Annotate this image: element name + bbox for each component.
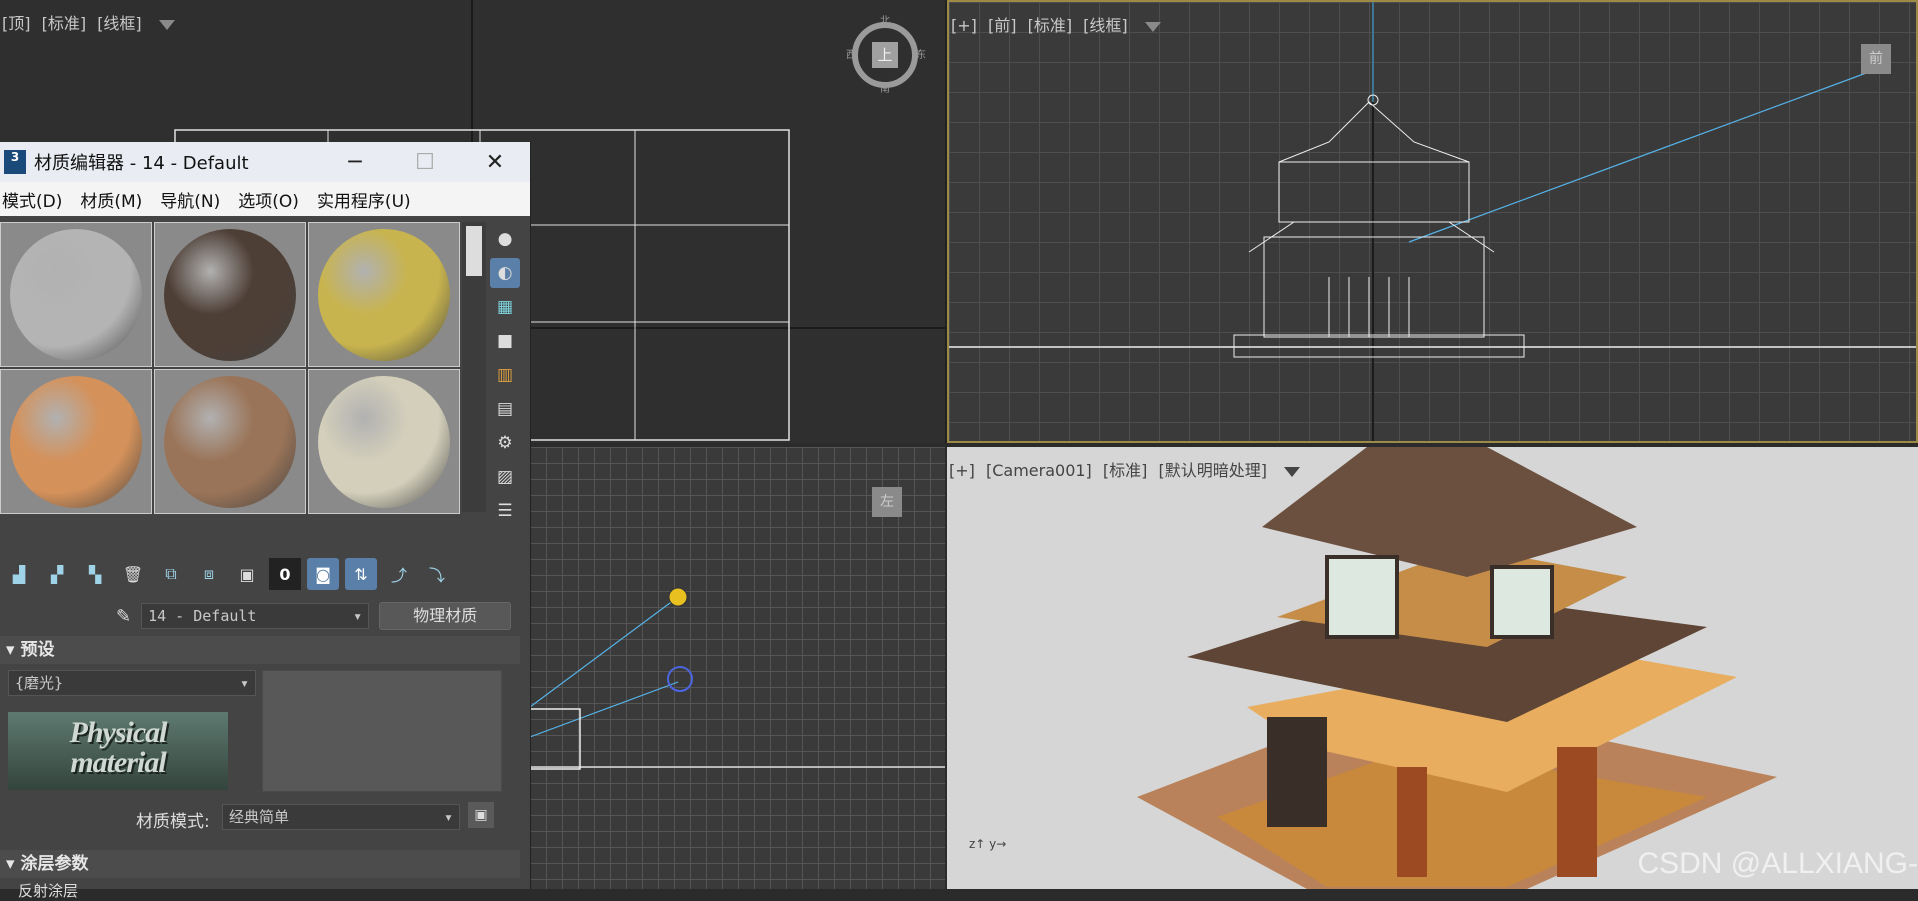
assign-to-selection-icon[interactable]: ▚: [79, 558, 111, 590]
chevron-down-icon: ▾: [443, 808, 453, 826]
sample-slot[interactable]: [0, 222, 152, 367]
app-icon: 3: [4, 150, 26, 174]
put-to-library-icon[interactable]: ▣: [231, 558, 263, 590]
material-navigator-icon[interactable]: ☰: [490, 496, 520, 526]
logo-line-1: Physical: [69, 716, 168, 749]
sample-type-icon[interactable]: ●: [490, 224, 520, 254]
compass-south: 南: [880, 84, 890, 95]
sample-slots: [0, 222, 460, 514]
sample-slot[interactable]: [308, 369, 460, 514]
sample-slot[interactable]: [154, 369, 306, 514]
material-sphere: [318, 375, 450, 508]
material-id-channel[interactable]: 0: [269, 558, 301, 590]
options-icon[interactable]: ⚙: [490, 428, 520, 458]
compass-north: 北: [880, 16, 890, 27]
make-preview-icon[interactable]: ▤: [490, 394, 520, 424]
material-sphere: [164, 228, 296, 361]
menu-navigation[interactable]: 导航(N): [158, 187, 230, 212]
sample-slot[interactable]: [154, 222, 306, 367]
sample-uv-icon[interactable]: ■: [490, 326, 520, 356]
viewcube-left[interactable]: 左: [872, 487, 902, 517]
reflection-coating-label: 反射涂层: [18, 882, 79, 900]
coating-rollout-title: 涂层参数: [20, 854, 89, 874]
go-to-parent-icon[interactable]: ⤴: [383, 558, 415, 590]
make-copy-icon[interactable]: ⧉: [155, 558, 187, 590]
viewcube-front[interactable]: 前: [1861, 44, 1891, 74]
viewcube[interactable]: 上 北 南 西 东: [846, 16, 926, 95]
physical-material-logo: Physical material: [8, 712, 228, 790]
minimize-button[interactable]: ─: [320, 150, 390, 175]
preset-value: {磨光}: [15, 674, 64, 692]
chevron-down-icon: ▾: [239, 674, 249, 692]
menu-material[interactable]: 材质(M): [78, 187, 152, 212]
chevron-down-icon: ▾: [353, 607, 363, 625]
reset-map-icon[interactable]: 🗑: [117, 558, 149, 590]
show-shaded-icon[interactable]: ◙: [307, 558, 339, 590]
menubar: 模式(D) 材质(M) 导航(N) 选项(O) 实用程序(U): [0, 182, 530, 216]
preset-rollout-title: 预设: [20, 640, 55, 660]
close-button[interactable]: ✕: [460, 150, 530, 175]
preset-preview: [262, 670, 502, 792]
background-icon[interactable]: ▦: [490, 292, 520, 322]
material-name-dropdown[interactable]: 14 - Default ▾: [141, 603, 370, 629]
show-end-result-icon[interactable]: ⇅: [345, 558, 377, 590]
make-unique-icon[interactable]: ⧈: [193, 558, 225, 590]
get-material-icon[interactable]: ▟: [3, 558, 35, 590]
sample-slot[interactable]: [0, 369, 152, 514]
video-color-icon[interactable]: ▥: [490, 360, 520, 390]
viewcube-face[interactable]: 上: [872, 42, 898, 68]
material-sphere: [164, 375, 296, 508]
menu-options[interactable]: 选项(O): [236, 187, 309, 212]
axis-gizmo: z↑ y→: [969, 837, 1007, 851]
building-render: [1137, 447, 1777, 889]
left-viewport[interactable]: 左: [530, 447, 945, 889]
select-by-material-icon[interactable]: ▨: [490, 462, 520, 492]
window-title: 材质编辑器 - 14 - Default: [34, 153, 249, 174]
eyedropper-icon[interactable]: ✎: [116, 606, 131, 627]
material-type-button[interactable]: 物理材质: [379, 602, 512, 630]
compass-west: 西: [846, 50, 856, 61]
go-forward-sibling-icon[interactable]: ⤵: [421, 558, 453, 590]
material-sphere: [10, 375, 142, 508]
scroll-thumb[interactable]: [466, 226, 482, 276]
material-name-value: 14 - Default: [148, 607, 257, 625]
watermark: CSDN @ALLXIANG-: [1637, 847, 1918, 880]
side-toolbar: ● ◐ ▦ ■ ▥ ▤ ⚙ ▨ ☰: [490, 220, 526, 530]
material-mode-dropdown[interactable]: 经典简单 ▾: [222, 804, 460, 830]
material-editor-window[interactable]: 3 材质编辑器 - 14 - Default ─ ☐ ✕ 模式(D) 材质(M)…: [0, 142, 531, 900]
material-mode-value: 经典简单: [229, 808, 290, 826]
material-mode-label: 材质模式:: [136, 812, 210, 832]
titlebar[interactable]: 3 材质编辑器 - 14 - Default ─ ☐ ✕: [0, 142, 530, 182]
front-viewport-wireframe: [949, 2, 1916, 441]
coating-rollout-header[interactable]: ▾ 涂层参数: [0, 850, 520, 878]
backlight-icon[interactable]: ◐: [490, 258, 520, 288]
camera-viewport[interactable]: [+] [Camera001] [标准] [默认明暗处理] z↑ y→: [947, 447, 1918, 889]
slots-scrollbar[interactable]: [462, 222, 486, 512]
preset-dropdown[interactable]: {磨光} ▾: [8, 670, 256, 696]
logo-line-2: material: [70, 746, 166, 779]
menu-mode[interactable]: 模式(D): [0, 187, 72, 212]
material-sphere: [10, 228, 142, 361]
front-viewport[interactable]: [+] [前] [标准] [线框] 前: [947, 0, 1918, 443]
put-to-scene-icon[interactable]: ▞: [41, 558, 73, 590]
save-icon[interactable]: ▣: [468, 802, 494, 828]
material-name-row: ✎ 14 - Default ▾ 物理材质: [0, 600, 530, 632]
material-sphere: [318, 228, 450, 361]
maximize-button[interactable]: ☐: [390, 150, 460, 175]
sample-slot[interactable]: [308, 222, 460, 367]
bottom-toolbar: ▟ ▞ ▚ 🗑 ⧉ ⧈ ▣ 0 ◙ ⇅ ⤴ ⤵: [0, 552, 530, 596]
preset-rollout-header[interactable]: ▾ 预设: [0, 636, 520, 664]
compass-east: 东: [916, 50, 926, 61]
menu-utilities[interactable]: 实用程序(U): [315, 187, 421, 212]
